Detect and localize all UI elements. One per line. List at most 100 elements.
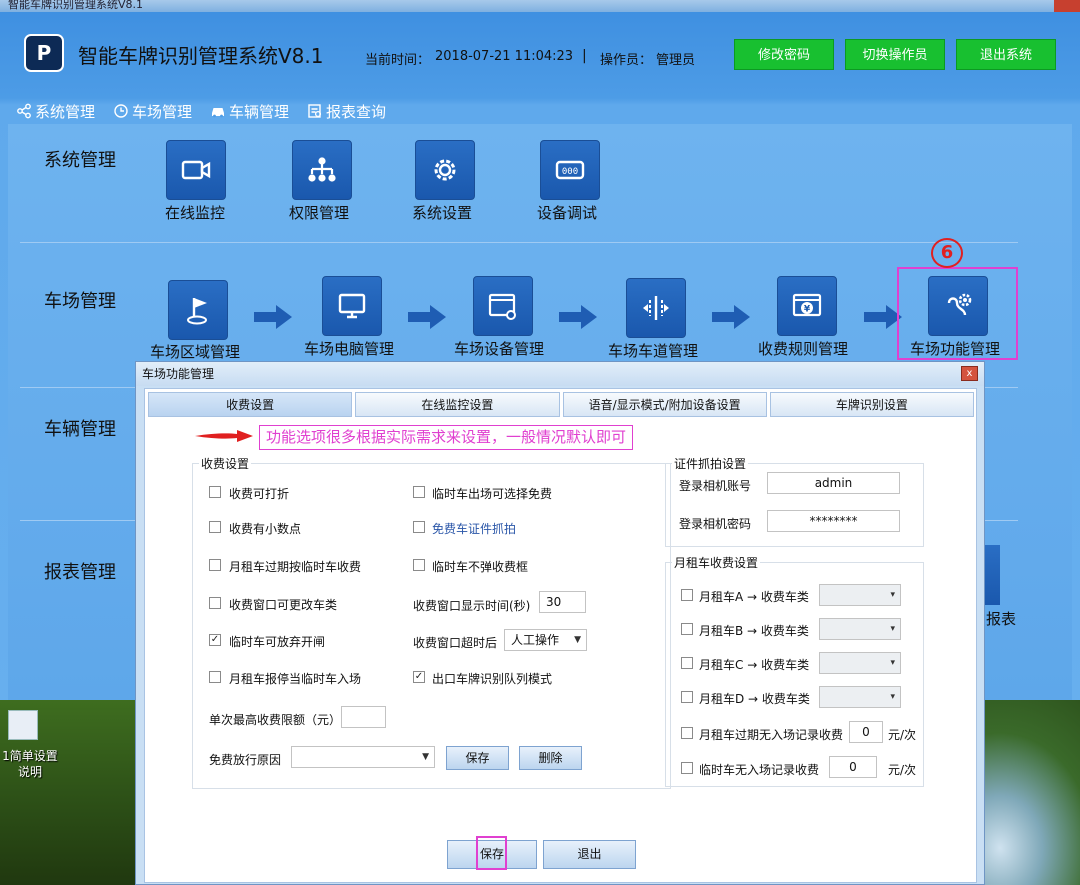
temp-fee-input[interactable]: 0 (829, 756, 877, 778)
chevron-down-icon: ▾ (890, 658, 895, 668)
free-reason-select[interactable]: ▼ (291, 746, 435, 768)
checkbox[interactable] (413, 521, 425, 533)
fee-class-select[interactable]: ▾ (819, 652, 901, 674)
tile-online-monitor[interactable] (166, 140, 226, 200)
title-bar: 智能车牌识别管理系统V8.1 (0, 0, 1080, 12)
pointer-arrow-icon (195, 430, 253, 442)
highlight-frame (476, 836, 507, 870)
option-label: 收费有小数点 (229, 522, 302, 536)
change-password-button[interactable]: 修改密码 (734, 39, 834, 70)
tile-label: 权限管理 (289, 204, 350, 222)
tile-label: 收费规则管理 (758, 340, 849, 358)
timeout-select[interactable]: 人工操作 ▼ (504, 629, 587, 651)
checkbox[interactable] (681, 589, 693, 601)
camera-account-label: 登录相机账号 (679, 479, 752, 493)
tile-parking-area[interactable] (168, 280, 228, 340)
tab-fee-settings[interactable]: 收费设置 (148, 392, 353, 417)
tile-label: 车场设备管理 (454, 340, 545, 358)
tile-parking-computer[interactable] (322, 276, 382, 336)
checkbox[interactable] (209, 559, 221, 571)
group-legend: 收费设置 (201, 457, 250, 471)
timeout-label: 收费窗口超时后 (413, 636, 498, 650)
checkbox[interactable] (209, 521, 221, 533)
fee-class-select[interactable]: ▾ (819, 618, 901, 640)
checkbox[interactable] (681, 727, 693, 739)
desktop-file-icon[interactable] (8, 710, 38, 740)
fee-class-select[interactable]: ▾ (819, 584, 901, 606)
tile-device-debug[interactable]: 000 (540, 140, 600, 200)
monthly-row-label: 月租车C → 收费车类 (699, 658, 810, 672)
dialog-title: 车场功能管理 (136, 362, 984, 386)
app-title: 智能车牌识别管理系统V8.1 (78, 44, 324, 68)
nav-label: 系统管理 (35, 102, 96, 121)
exit-system-button[interactable]: 退出系统 (956, 39, 1056, 70)
operator-label: 操作员： (600, 53, 653, 68)
option-label: 收费可打折 (229, 487, 290, 501)
tab-voice-display-settings[interactable]: 语音/显示模式/附加设备设置 (562, 392, 767, 417)
flow-arrow-icon (254, 305, 292, 329)
option-label: 临时车出场可选择免费 (432, 487, 553, 501)
switch-operator-button[interactable]: 切换操作员 (845, 39, 945, 70)
tab-plate-recognition-settings[interactable]: 车牌识别设置 (769, 392, 974, 417)
gear-icon (434, 159, 456, 181)
nav-item-report[interactable]: 报表查询 (307, 100, 386, 122)
operator-value: 管理员 (656, 53, 696, 68)
desktop-icon-label[interactable]: 1简单设置说明 (0, 748, 60, 780)
checkbox-checked[interactable]: ✓ (209, 634, 221, 646)
clock-value: 2018-07-21 11:04:23 (435, 49, 574, 64)
checkbox[interactable] (681, 762, 693, 774)
checkbox[interactable] (681, 691, 693, 703)
camera-password-input[interactable]: ******** (767, 510, 900, 532)
checkbox[interactable] (681, 623, 693, 635)
checkbox[interactable] (413, 486, 425, 498)
clock-icon (114, 104, 128, 118)
dialog-close-button[interactable]: x (961, 366, 978, 381)
tile-fee-rules[interactable]: ¥ (777, 276, 837, 336)
unit-label: 元/次 (888, 728, 917, 742)
tile-parking-device[interactable] (473, 276, 533, 336)
reason-save-button[interactable]: 保存 (446, 746, 509, 770)
option-label: 收费窗口可更改车类 (229, 598, 338, 612)
reason-delete-button[interactable]: 删除 (519, 746, 582, 770)
svg-text:000: 000 (562, 167, 578, 177)
option-label: 出口车牌识别队列模式 (432, 672, 553, 686)
camera-account-input[interactable]: admin (767, 472, 900, 494)
camera-password-label: 登录相机密码 (679, 517, 752, 531)
top-nav: 系统管理 车场管理 车辆管理 报表查询 (16, 100, 386, 122)
dialog-exit-button[interactable]: 退出 (543, 840, 636, 869)
checkbox[interactable] (209, 671, 221, 683)
nav-item-parking[interactable]: 车场管理 (113, 100, 192, 122)
nav-item-system[interactable]: 系统管理 (16, 100, 95, 122)
display-time-input[interactable]: 30 (539, 591, 586, 613)
lane-icon (643, 296, 669, 320)
tab-online-monitor-settings[interactable]: 在线监控设置 (355, 392, 560, 417)
checkbox[interactable] (413, 559, 425, 571)
tile-label: 系统设置 (412, 204, 473, 222)
nav-item-vehicle[interactable]: 车辆管理 (210, 100, 289, 122)
chevron-down-icon: ▾ (890, 692, 895, 702)
checkbox[interactable] (681, 657, 693, 669)
option-label: 临时车可放弃开闸 (229, 635, 326, 649)
checkbox[interactable] (209, 486, 221, 498)
chevron-down-icon: ▼ (422, 752, 429, 762)
window-close-button[interactable] (1054, 0, 1080, 12)
unit-label: 元/次 (888, 763, 917, 777)
section-report-label: 报表管理 (44, 562, 116, 583)
monthly-row-label: 月租车B → 收费车类 (699, 624, 809, 638)
flow-arrow-icon (408, 305, 446, 329)
tile-parking-lane[interactable] (626, 278, 686, 338)
monitor-icon (338, 293, 366, 319)
checkbox-checked[interactable]: ✓ (413, 671, 425, 683)
section-system-label: 系统管理 (44, 150, 116, 171)
tile-permission[interactable] (292, 140, 352, 200)
tile-label: 车场车道管理 (608, 342, 699, 360)
highlight-frame (897, 267, 1018, 360)
tile-system-settings[interactable] (415, 140, 475, 200)
fee-class-select[interactable]: ▾ (819, 686, 901, 708)
checkbox[interactable] (209, 597, 221, 609)
expired-fee-label: 月租车过期无入场记录收费 (699, 728, 844, 742)
monthly-row-label: 月租车A → 收费车类 (699, 590, 809, 604)
max-fee-input[interactable] (341, 706, 386, 728)
nav-label: 车场管理 (132, 102, 193, 121)
expired-fee-input[interactable]: 0 (849, 721, 883, 743)
